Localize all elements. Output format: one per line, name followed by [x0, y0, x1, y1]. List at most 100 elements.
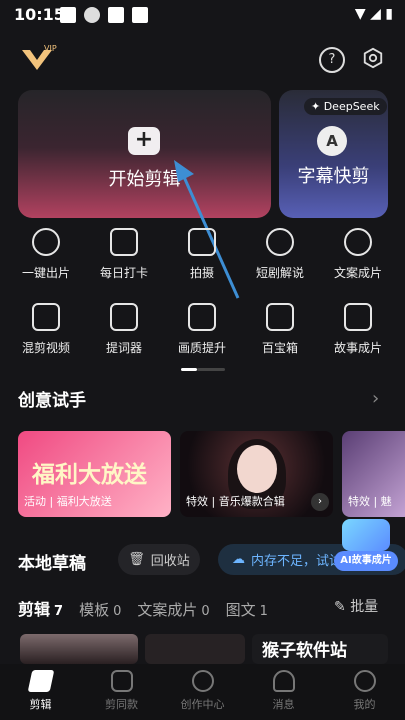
tab-edit[interactable]: 剪辑 7 [18, 596, 63, 620]
tool-label: 故事成片 [333, 341, 382, 355]
nav-label: 消息 [272, 698, 295, 711]
lightning-icon [32, 228, 60, 256]
nav-label: 我的 [353, 698, 376, 711]
nav-messages[interactable]: 消息 [243, 664, 324, 720]
creator-icon [191, 670, 214, 692]
promo-tag: 特效 | 音乐爆款合辑 [186, 495, 285, 508]
tab-count: 0 [201, 604, 210, 619]
notification-icon [108, 7, 124, 23]
nav-label: 剪辑 [29, 698, 52, 711]
tab-label: 文案成片 [137, 601, 198, 619]
deepseek-badge: ✦ DeepSeek [304, 98, 387, 115]
settings-icon[interactable] [362, 47, 384, 69]
tab-count: 0 [113, 604, 122, 619]
tool-label: 文案成片 [333, 266, 382, 280]
tab-template[interactable]: 模板 0 [79, 599, 121, 620]
tool-label: 拍摄 [189, 266, 214, 280]
help-icon[interactable]: ? [319, 47, 345, 73]
promo-title: 福利大放送 [32, 462, 147, 488]
tab-label: 模板 [79, 601, 110, 619]
tool-one-click[interactable]: 一键出片 [11, 228, 81, 281]
draft-thumbnail[interactable] [20, 634, 138, 664]
promo-tag: 特效 | 魅 [348, 495, 392, 508]
storage-warning-text: 内存不足，试试 [251, 554, 343, 569]
tool-label: 一键出片 [21, 266, 70, 280]
template-icon [110, 670, 133, 692]
cloud-icon: ☁ [232, 552, 245, 567]
tool-short-drama[interactable]: 短剧解说 [245, 228, 315, 281]
tool-daily-checkin[interactable]: 每日打卡 [89, 228, 159, 281]
profile-icon [353, 670, 376, 692]
notification-icon [132, 7, 148, 23]
nav-profile[interactable]: 我的 [324, 664, 405, 720]
nav-creator-center[interactable]: 创作中心 [162, 664, 243, 720]
tab-label: 图文 [225, 601, 256, 619]
toolbox-icon [266, 303, 294, 331]
clapper-icon [32, 303, 60, 331]
tab-count: 7 [54, 604, 64, 619]
pencil-icon: ✎ [334, 599, 346, 615]
bell-icon [272, 670, 295, 692]
tool-label: 提词器 [105, 341, 142, 355]
subtitle-quick-edit-label: 字幕快剪 [297, 166, 370, 187]
chevron-right-icon[interactable]: › [311, 493, 329, 511]
tool-teleprompter[interactable]: 提词器 [89, 303, 159, 356]
nav-edit[interactable]: 剪辑 [0, 664, 81, 720]
subtitle-quick-edit-card[interactable]: ✦ DeepSeek A 字幕快剪 [279, 90, 388, 218]
checkbox-icon [110, 228, 138, 256]
recycle-bin-label: 回收站 [150, 554, 190, 569]
plus-icon: + [128, 127, 160, 155]
prompter-icon [110, 303, 138, 331]
tool-label: 百宝箱 [261, 341, 298, 355]
tab-graphic[interactable]: 图文 1 [226, 599, 268, 620]
tool-mix-video[interactable]: 混剪视频 [11, 303, 81, 356]
tool-story-video[interactable]: 故事成片 [323, 303, 393, 356]
system-icons: ▼ ◢ ▮ [354, 6, 393, 22]
batch-label: 批量 [350, 599, 379, 615]
film-reel-icon [266, 228, 294, 256]
ai-story-float-button[interactable]: AI故事成片 [334, 519, 398, 575]
text-ai-icon [344, 228, 372, 256]
creative-section-title: 创意试手 [18, 391, 86, 411]
camera-icon [188, 228, 216, 256]
tool-text-to-video[interactable]: 文案成片 [323, 228, 393, 281]
nav-label: 创作中心 [180, 698, 225, 711]
tool-label: 短剧解说 [255, 266, 304, 280]
draft-tabs: 剪辑 7 模板 0 文案成片 0 图文 1 [18, 596, 268, 620]
chevron-right-icon[interactable]: › [372, 388, 379, 409]
batch-button[interactable]: ✎ 批量 [334, 596, 378, 616]
tool-toolbox[interactable]: 百宝箱 [245, 303, 315, 356]
wechat-icon [84, 7, 100, 23]
tab-label: 剪辑 [18, 600, 51, 619]
draft-thumbnail[interactable] [145, 634, 245, 664]
bottom-nav: 剪辑 剪同款 创作中心 消息 我的 [0, 664, 405, 720]
portrait-face [237, 445, 277, 493]
tab-count: 1 [259, 604, 268, 619]
tab-text-video[interactable]: 文案成片 0 [137, 599, 209, 620]
promo-card-welfare[interactable]: 福利大放送 活动 | 福利大放送 [18, 431, 171, 517]
status-bar: 10:15 ▼ ◢ ▮ [0, 0, 405, 30]
tool-label: 每日打卡 [99, 266, 148, 280]
status-time: 10:15 [14, 5, 65, 24]
drafts-section-title: 本地草稿 [18, 554, 86, 574]
ai-story-label: AI故事成片 [334, 551, 398, 571]
nav-label: 剪同款 [105, 698, 138, 711]
play-ai-icon [344, 303, 372, 331]
watermark-text: 猴子软件站 [262, 641, 347, 661]
tool-label: 画质提升 [177, 341, 226, 355]
hd-icon [188, 303, 216, 331]
tool-shoot[interactable]: 拍摄 [167, 228, 237, 281]
pager-indicator [197, 368, 225, 371]
promo-tag: 活动 | 福利大放送 [24, 495, 112, 508]
vip-badge: VIP [44, 44, 57, 53]
trash-icon: 🗑 [128, 552, 145, 567]
promo-card-effects-partial[interactable]: 特效 | 魅 [342, 431, 405, 517]
text-a-icon: A [317, 126, 347, 156]
recycle-bin-button[interactable]: 🗑 回收站 [118, 544, 200, 575]
notification-icon [60, 7, 76, 23]
nav-template[interactable]: 剪同款 [81, 664, 162, 720]
tool-quality-boost[interactable]: 画质提升 [167, 303, 237, 356]
tool-label: 混剪视频 [21, 341, 70, 355]
ai-robot-icon [342, 519, 390, 551]
promo-card-music-effects[interactable]: 特效 | 音乐爆款合辑 › [180, 431, 333, 517]
